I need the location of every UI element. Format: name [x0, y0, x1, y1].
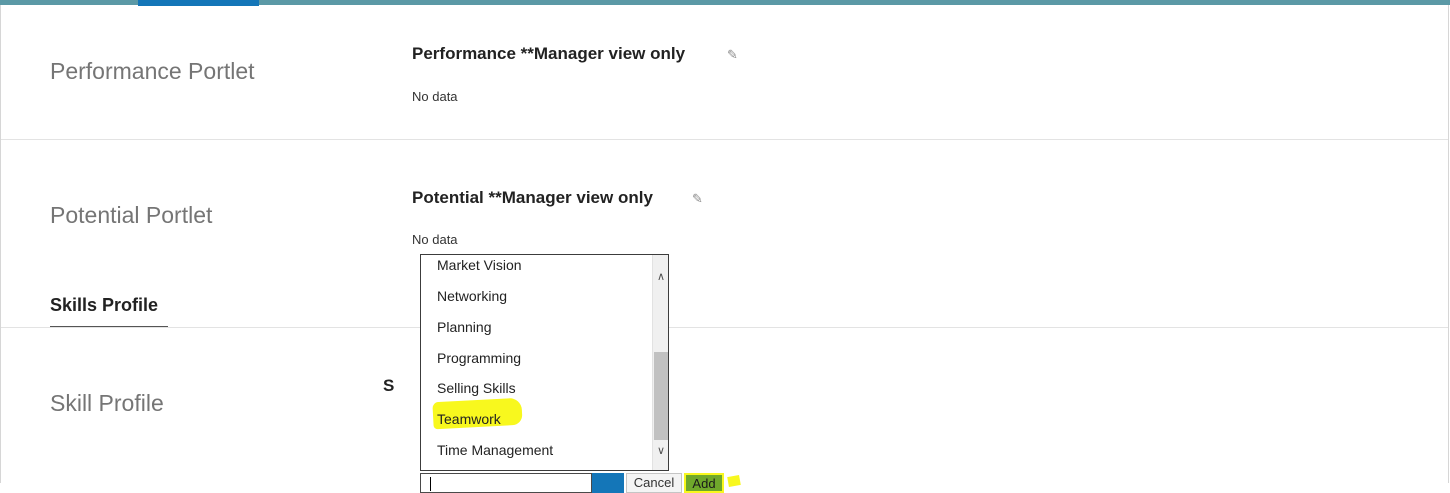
skill-profile-heading-partial: S — [383, 376, 395, 395]
scrollbar-thumb[interactable] — [654, 352, 668, 440]
cancel-button[interactable]: Cancel — [626, 473, 682, 493]
pencil-icon[interactable]: ✎ — [727, 48, 738, 61]
performance-heading: Performance **Manager view only — [412, 44, 686, 63]
dropdown-option-planning[interactable]: Planning — [437, 319, 492, 335]
active-tab-indicator[interactable] — [138, 0, 259, 6]
scroll-down-icon[interactable]: ∨ — [653, 443, 668, 459]
scroll-up-icon[interactable]: ∧ — [653, 269, 668, 285]
frame-right-border — [1448, 5, 1449, 483]
frame-left-border — [0, 5, 1, 483]
divider — [1, 327, 1448, 328]
text-caret — [430, 477, 431, 491]
add-button[interactable]: Add — [684, 473, 724, 493]
divider — [1, 139, 1448, 140]
dropdown-option-programming[interactable]: Programming — [437, 350, 521, 366]
skill-dropdown-list[interactable]: Market Vision Networking Planning Progra… — [420, 254, 669, 471]
dropdown-toggle-button[interactable] — [592, 473, 624, 493]
dropdown-option-selling-skills[interactable]: Selling Skills — [437, 380, 516, 396]
dropdown-scrollbar[interactable]: ∧ ∨ — [652, 255, 668, 470]
skill-profile-portlet-title: Skill Profile — [50, 390, 164, 416]
skills-profile-section-heading: Skills Profile — [50, 295, 159, 315]
potential-portlet-title: Potential Portlet — [50, 202, 213, 228]
potential-heading: Potential **Manager view only — [412, 188, 653, 207]
dropdown-option-time-management[interactable]: Time Management — [437, 442, 553, 458]
performance-portlet-title: Performance Portlet — [50, 58, 255, 84]
dropdown-option-market-vision[interactable]: Market Vision — [437, 257, 522, 273]
skill-search-input[interactable] — [420, 473, 592, 493]
performance-value: No data — [412, 89, 458, 104]
dropdown-option-networking[interactable]: Networking — [437, 288, 507, 304]
highlighter-mark — [727, 475, 741, 487]
dropdown-option-teamwork[interactable]: Teamwork — [437, 411, 501, 427]
potential-value: No data — [412, 232, 458, 247]
pencil-icon[interactable]: ✎ — [692, 192, 703, 205]
